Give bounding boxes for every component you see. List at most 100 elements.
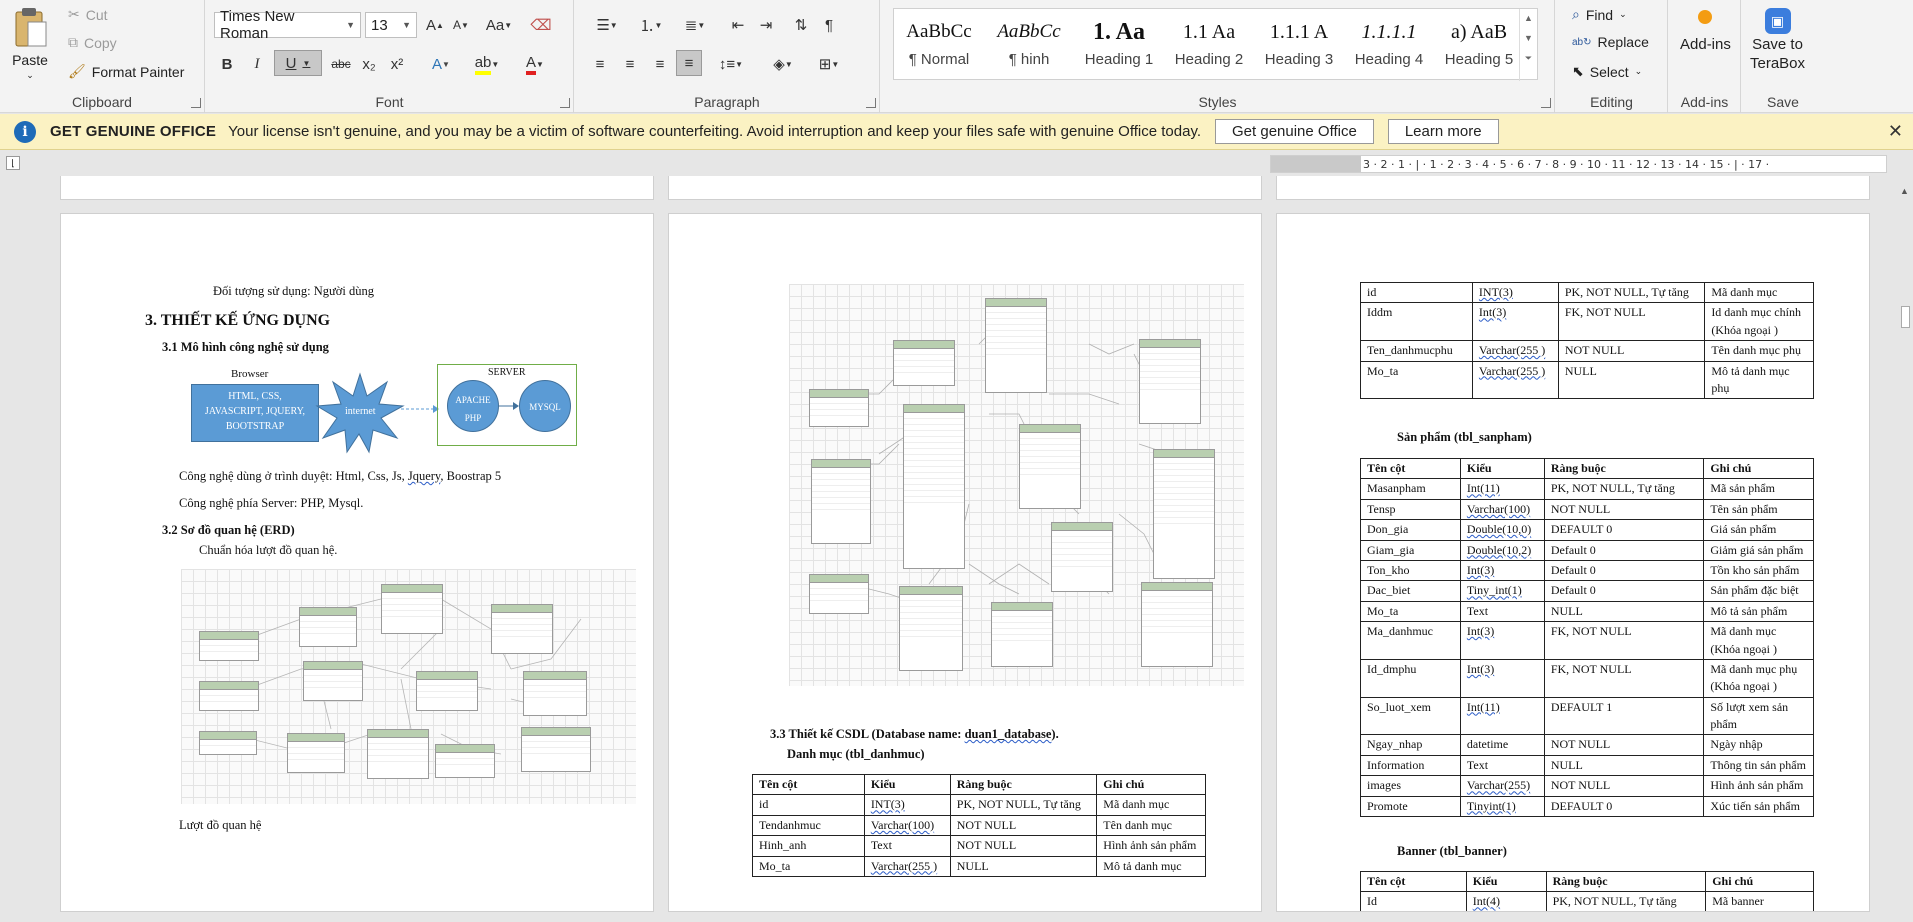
styles-launcher-icon[interactable] bbox=[1541, 98, 1551, 108]
shrink-font-button[interactable]: A ▼ bbox=[448, 12, 474, 38]
clear-formatting-button[interactable]: ⌫ bbox=[528, 12, 554, 38]
font-name-combo[interactable]: Times New Roman ▼ bbox=[214, 8, 361, 42]
banner-table[interactable]: Tên cột Kiểu Ràng buộc Ghi chú Id Int(4)… bbox=[1360, 870, 1814, 911]
replace-button[interactable]: ab↻ Replace bbox=[1572, 34, 1649, 50]
format-painter-button[interactable]: 🖌 Format Painter bbox=[68, 63, 184, 80]
line-spacing-button[interactable]: ↕≡ ▼ bbox=[711, 51, 751, 77]
previous-page-bottom bbox=[1276, 176, 1870, 200]
copy-button[interactable]: ⧉ Copy bbox=[68, 34, 117, 51]
table-cell: Varchar(255) bbox=[1459, 775, 1545, 797]
table-cell: Thông tin sản phẩm bbox=[1703, 754, 1814, 777]
table-cell: Int(3) bbox=[1459, 621, 1545, 660]
find-button[interactable]: ⌕ Find ⌄ bbox=[1572, 6, 1627, 23]
increase-indent-button[interactable]: ⇥ bbox=[753, 12, 779, 38]
vertical-scrollbar[interactable]: ▲ bbox=[1898, 176, 1913, 912]
align-left-button[interactable]: ≡ bbox=[587, 51, 613, 77]
table-row: Information Text NULL Thông tin sản phẩm bbox=[1360, 754, 1814, 777]
close-icon[interactable]: ✕ bbox=[1888, 121, 1903, 142]
multilevel-list-button[interactable]: ≣ ▼ bbox=[675, 12, 715, 38]
styles-gallery-scroll[interactable]: ▲ ▼ ⏷ bbox=[1519, 9, 1537, 81]
danhmucphu-table[interactable]: id INT(3) PK, NOT NULL, Tự tăng Mã danh … bbox=[1360, 281, 1814, 400]
sanpham-table[interactable]: Tên cột Kiểu Ràng buộc Ghi chú Masanpham… bbox=[1360, 457, 1814, 818]
table-header-cell: Tên cột bbox=[1360, 870, 1467, 893]
italic-button[interactable]: I bbox=[244, 51, 270, 77]
erd-table bbox=[199, 631, 259, 661]
heading-3-2: 3.2 Sơ đồ quan hệ (ERD) bbox=[162, 523, 295, 537]
style-heading-4[interactable]: 1.1.1.1 Heading 4 bbox=[1344, 9, 1434, 81]
erd-table bbox=[903, 404, 965, 569]
tab-selector[interactable]: ⌊ bbox=[6, 156, 20, 170]
font-color-button[interactable]: A ▼ bbox=[516, 51, 554, 77]
decrease-indent-button[interactable]: ⇤ bbox=[725, 12, 751, 38]
style-preview: AaBbCc bbox=[997, 21, 1061, 42]
table-cell: NULL bbox=[1543, 600, 1705, 623]
style-heading-1[interactable]: 1. Aa Heading 1 bbox=[1074, 9, 1164, 81]
document-page-2[interactable]: 3.3 Thiết kế CSDL (Database name: duan1_… bbox=[668, 213, 1262, 912]
table-cell: Ma_danhmuc bbox=[1360, 621, 1461, 660]
scroll-up-icon[interactable]: ▲ bbox=[1900, 186, 1909, 196]
table-row: id INT(3) PK, NOT NULL, Tự tăng Mã danh … bbox=[752, 794, 1206, 816]
clipboard-icon bbox=[15, 8, 47, 47]
paint-bucket-icon: ◈ bbox=[773, 56, 785, 73]
editing-group: ⌕ Find ⌄ ab↻ Replace ⬉ Select ⌄ Editing bbox=[1556, 0, 1668, 113]
change-case-button[interactable]: Aa ▼ bbox=[482, 12, 516, 38]
document-page-3[interactable]: id INT(3) PK, NOT NULL, Tự tăng Mã danh … bbox=[1276, 213, 1870, 912]
text-effects-button[interactable]: A ▼ bbox=[422, 51, 460, 77]
style-heading-5[interactable]: a) AaB Heading 5 bbox=[1434, 9, 1524, 81]
styles-gallery: AaBbCc ¶ Normal AaBbCc ¶ hinh 1. Aa Head… bbox=[893, 8, 1538, 81]
underline-button[interactable]: U ▼ bbox=[274, 50, 322, 76]
paste-button[interactable]: Paste ⌄ bbox=[10, 6, 50, 81]
justify-button[interactable]: ≡ bbox=[676, 50, 702, 76]
table-cell: DEFAULT 0 bbox=[1543, 519, 1705, 541]
bold-button[interactable]: B bbox=[214, 51, 240, 77]
paragraph-launcher-icon[interactable] bbox=[866, 98, 876, 108]
font-size-value: 13 bbox=[371, 16, 388, 34]
chevron-down-icon: ▼ bbox=[402, 20, 411, 30]
select-button[interactable]: ⬉ Select ⌄ bbox=[1572, 63, 1642, 80]
clipboard-launcher-icon[interactable] bbox=[191, 98, 201, 108]
danhmuc-table[interactable]: Tên cột Kiểu Ràng buộc Ghi chú id INT(3)… bbox=[752, 773, 1206, 877]
cut-button[interactable]: ✂ Cut bbox=[68, 6, 108, 23]
chevron-down-icon: ⌄ bbox=[26, 70, 34, 80]
table-row: Id_dmphu Int(3) FK, NOT NULL Mã danh mục ph… bbox=[1360, 658, 1814, 698]
borders-button[interactable]: ⊞ ▼ bbox=[809, 51, 849, 77]
learn-more-button[interactable]: Learn more bbox=[1387, 119, 1499, 144]
pilcrow-icon: ¶ bbox=[824, 16, 834, 34]
banner-title: Banner (tbl_banner) bbox=[1397, 844, 1507, 858]
strikethrough-button[interactable]: abc bbox=[328, 51, 354, 77]
style-hinh[interactable]: AaBbCc ¶ hinh bbox=[984, 9, 1074, 81]
addins-button[interactable]: Add-ins bbox=[1680, 10, 1731, 53]
erd-table bbox=[811, 459, 871, 544]
chevron-down-icon: ⌄ bbox=[1634, 66, 1643, 76]
get-genuine-office-button[interactable]: Get genuine Office bbox=[1215, 119, 1374, 144]
numbering-button[interactable]: ⒈ ▼ bbox=[631, 12, 671, 38]
font-size-combo[interactable]: 13 ▼ bbox=[365, 12, 417, 38]
document-page-1[interactable]: Đối tượng sử dụng: Người dùng 3. THIẾT K… bbox=[60, 213, 654, 912]
clipboard-group: Paste ⌄ ✂ Cut ⧉ Copy 🖌 Format Painter Clipb… bbox=[0, 0, 205, 113]
style-heading-3[interactable]: 1.1.1 A Heading 3 bbox=[1254, 9, 1344, 81]
table-cell: So_luot_xem bbox=[1360, 696, 1461, 736]
expand-gallery-icon: ⏷ bbox=[1524, 53, 1533, 63]
subscript-button[interactable]: x₂ bbox=[356, 51, 382, 77]
table-row: images Varchar(255) NOT NULL Hình ảnh sản p… bbox=[1360, 775, 1814, 797]
grow-font-button[interactable]: A ▲ bbox=[422, 12, 448, 38]
highlight-button[interactable]: ab ▼ bbox=[468, 51, 506, 77]
show-marks-button[interactable]: ¶ bbox=[816, 12, 842, 38]
superscript-button[interactable]: x² bbox=[384, 51, 410, 77]
horizontal-ruler[interactable]: 3 · 2 · 1 · | · 1 · 2 · 3 · 4 · 5 · 6 · … bbox=[1270, 155, 1887, 173]
bullets-button[interactable]: ☰ ▼ bbox=[587, 12, 627, 38]
scrollbar-thumb[interactable] bbox=[1901, 306, 1910, 328]
font-launcher-icon[interactable] bbox=[560, 98, 570, 108]
table-header-cell: Kiểu bbox=[1465, 870, 1547, 893]
sanpham-table-body: Tên cột Kiểu Ràng buộc Ghi chú Masanpham… bbox=[1360, 457, 1814, 818]
sort-button[interactable]: ⇅ bbox=[788, 12, 814, 38]
apache-php-circle: APACHE PHP bbox=[447, 380, 499, 432]
align-center-button[interactable]: ≡ bbox=[617, 51, 643, 77]
save-terabox-button[interactable]: ▣ Save to TeraBox bbox=[1750, 8, 1805, 72]
style-heading-2[interactable]: 1.1 Aa Heading 2 bbox=[1164, 9, 1254, 81]
shading-button[interactable]: ◈ ▼ bbox=[763, 51, 803, 77]
browser-label: Browser bbox=[231, 368, 269, 380]
align-right-button[interactable]: ≡ bbox=[647, 51, 673, 77]
table-cell: NOT NULL bbox=[1557, 340, 1706, 362]
style-normal[interactable]: AaBbCc ¶ Normal bbox=[894, 9, 984, 81]
